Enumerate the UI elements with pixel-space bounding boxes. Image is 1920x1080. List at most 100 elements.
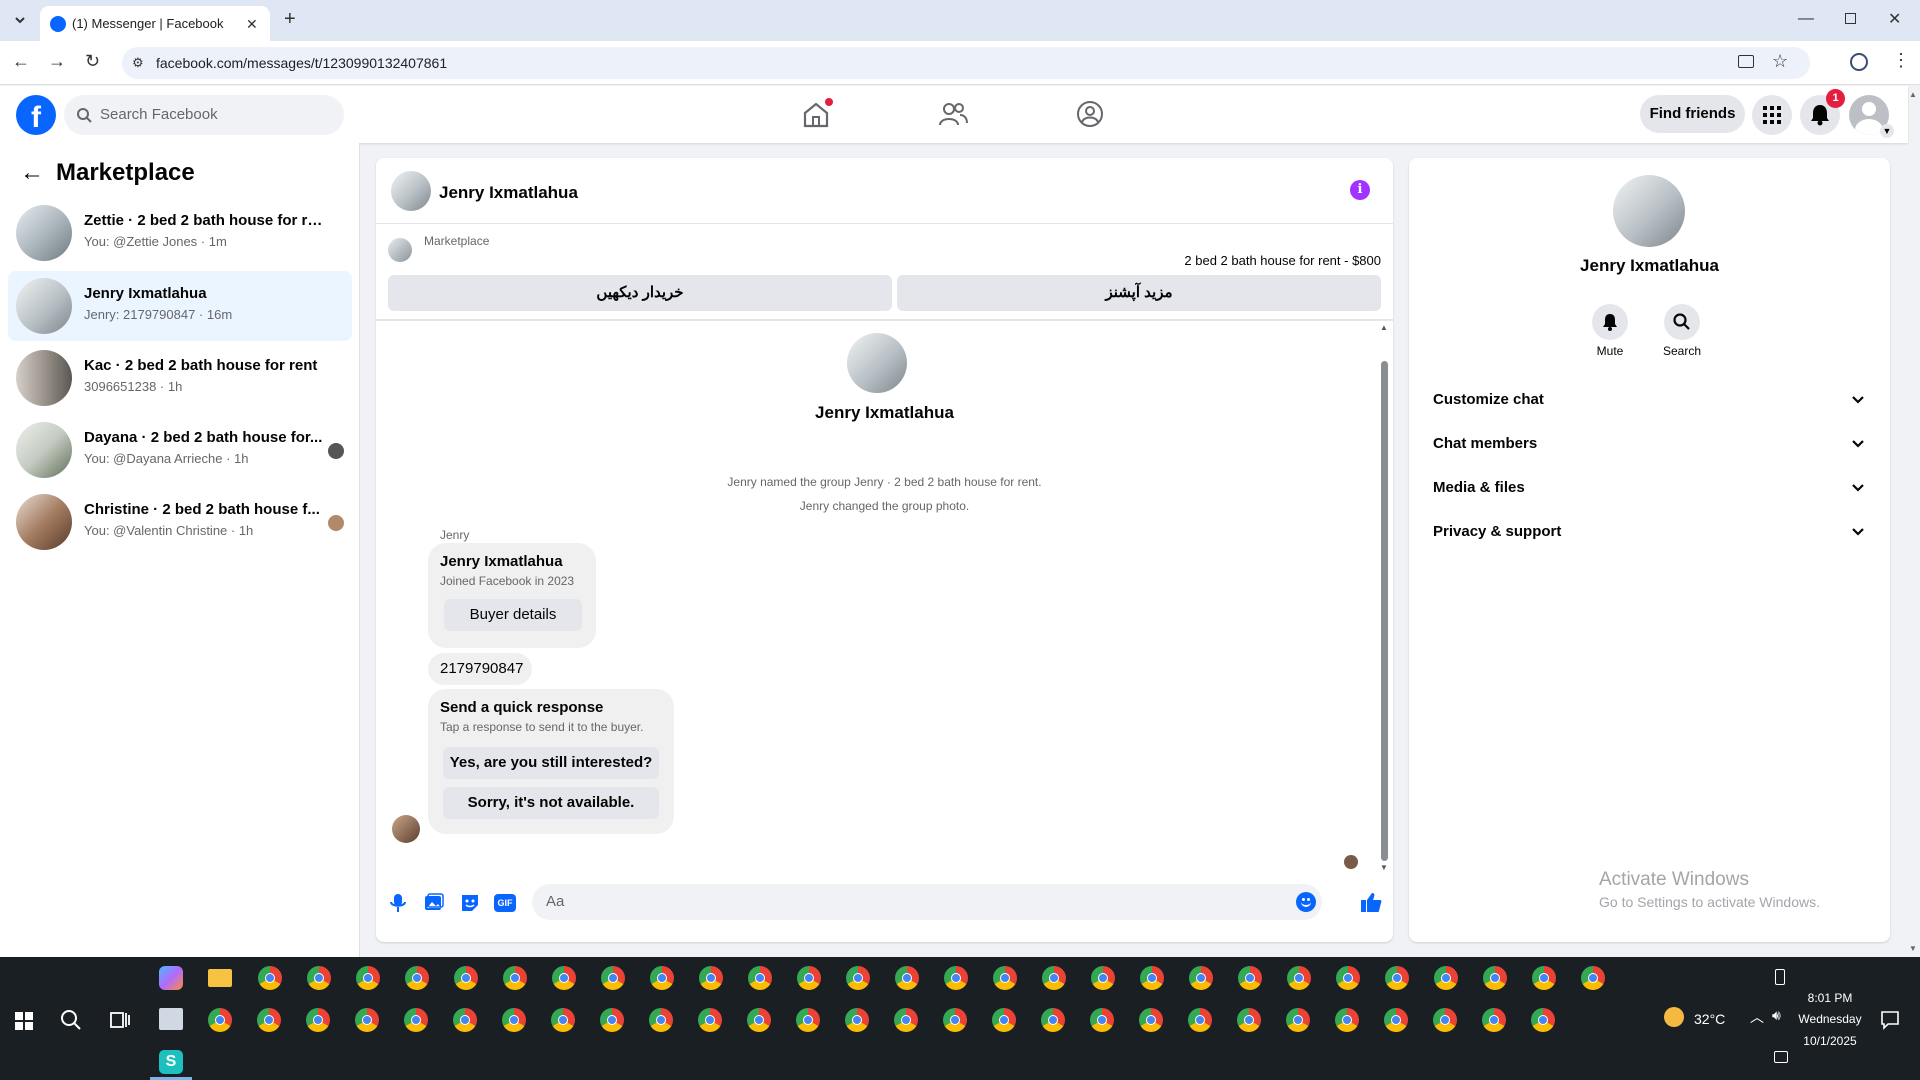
chrome-app-icon[interactable] xyxy=(993,966,1017,990)
sticker-icon[interactable] xyxy=(460,893,480,913)
chrome-app-icon[interactable] xyxy=(943,1008,967,1032)
chrome-app-icon[interactable] xyxy=(797,966,821,990)
media-files-section[interactable]: Media & files xyxy=(1425,468,1874,508)
bookmark-star-icon[interactable]: ☆ xyxy=(1772,51,1788,72)
chrome-app-icon[interactable] xyxy=(1531,1008,1555,1032)
photo-app-icon[interactable] xyxy=(159,1008,183,1030)
install-app-icon[interactable] xyxy=(1738,55,1754,68)
chat-avatar[interactable] xyxy=(391,171,431,211)
windows-start-icon[interactable] xyxy=(15,1012,33,1030)
chrome-app-icon[interactable] xyxy=(1335,1008,1359,1032)
clock-date[interactable]: 10/1/2025 xyxy=(1790,1034,1870,1048)
chrome-app-icon[interactable] xyxy=(1434,966,1458,990)
page-scrollbar-down-icon[interactable]: ▼ xyxy=(1909,944,1917,953)
chrome-app-icon[interactable] xyxy=(307,966,331,990)
chrome-app-icon[interactable] xyxy=(1091,966,1115,990)
chrome-app-icon[interactable] xyxy=(1238,966,1262,990)
gif-icon[interactable]: GIF xyxy=(494,894,516,912)
facebook-logo[interactable]: f xyxy=(16,95,56,135)
chrome-app-icon[interactable] xyxy=(796,1008,820,1032)
notifications-button[interactable]: 1 xyxy=(1800,89,1845,135)
home-nav-button[interactable] xyxy=(801,98,833,128)
chat-members-section[interactable]: Chat members xyxy=(1425,424,1874,464)
copilot-icon[interactable] xyxy=(159,966,183,990)
chrome-app-icon[interactable] xyxy=(601,966,625,990)
chevron-up-icon[interactable]: ︿ xyxy=(1750,1007,1764,1027)
chrome-app-icon[interactable] xyxy=(992,1008,1016,1032)
friends-nav-button[interactable] xyxy=(938,100,968,128)
chrome-app-icon[interactable] xyxy=(1139,1008,1163,1032)
chrome-app-icon[interactable] xyxy=(454,966,478,990)
chrome-app-icon[interactable] xyxy=(846,966,870,990)
chrome-app-icon[interactable] xyxy=(845,1008,869,1032)
thumbs-up-icon[interactable] xyxy=(1360,891,1382,913)
back-arrow-icon[interactable]: ← xyxy=(20,159,44,187)
task-view-icon[interactable] xyxy=(110,1010,130,1030)
chrome-app-icon[interactable] xyxy=(404,1008,428,1032)
scrollbar-thumb[interactable] xyxy=(1381,361,1388,861)
clock-time[interactable]: 8:01 PM xyxy=(1790,991,1870,1005)
page-scrollbar-up-icon[interactable]: ▲ xyxy=(1909,90,1917,99)
conversation-item-active[interactable]: Jenry Ixmatlahua Jenry: 2179790847 · 16m xyxy=(8,271,352,341)
network-icon[interactable] xyxy=(1774,1051,1788,1063)
battery-icon[interactable] xyxy=(1775,969,1785,985)
chrome-app-icon[interactable] xyxy=(1287,966,1311,990)
tab-list-button[interactable] xyxy=(10,10,30,30)
chrome-app-icon[interactable] xyxy=(405,966,429,990)
close-tab-icon[interactable]: ✕ xyxy=(246,16,258,33)
chrome-app-icon[interactable] xyxy=(258,966,282,990)
chrome-app-icon[interactable] xyxy=(1482,1008,1506,1032)
browser-menu-icon[interactable]: ⋮ xyxy=(1892,50,1910,71)
scroll-up-arrow-icon[interactable]: ▲ xyxy=(1380,323,1388,332)
groups-nav-button[interactable] xyxy=(1075,100,1105,128)
menu-button[interactable] xyxy=(1752,95,1792,135)
chrome-app-icon[interactable] xyxy=(1188,1008,1212,1032)
profile-icon[interactable] xyxy=(1850,53,1868,71)
privacy-support-section[interactable]: Privacy & support xyxy=(1425,512,1874,552)
clock-day[interactable]: Wednesday xyxy=(1790,1012,1870,1026)
scrollbar-track[interactable]: ▲ ▼ xyxy=(1378,323,1390,873)
surfshark-icon[interactable]: S xyxy=(159,1050,183,1074)
chrome-app-icon[interactable] xyxy=(649,1008,673,1032)
volume-icon[interactable]: 🔊︎ xyxy=(1772,1007,1781,1024)
reload-icon[interactable]: ↻ xyxy=(85,51,100,72)
file-explorer-icon[interactable] xyxy=(208,969,232,987)
more-options-button[interactable]: مزید آپشنز xyxy=(897,275,1381,311)
chrome-app-icon[interactable] xyxy=(1140,966,1164,990)
conversation-item[interactable]: Christine · 2 bed 2 bath house f... You:… xyxy=(8,487,352,557)
site-info-icon[interactable]: ⚙ xyxy=(132,55,144,71)
chrome-app-icon[interactable] xyxy=(747,1008,771,1032)
chrome-app-icon[interactable] xyxy=(1384,1008,1408,1032)
chrome-app-icon[interactable] xyxy=(699,966,723,990)
customize-chat-section[interactable]: Customize chat xyxy=(1425,380,1874,420)
chrome-app-icon[interactable] xyxy=(600,1008,624,1032)
scroll-down-arrow-icon[interactable]: ▼ xyxy=(1380,863,1388,872)
emoji-icon[interactable] xyxy=(1296,892,1316,912)
chrome-app-icon[interactable] xyxy=(1385,966,1409,990)
chrome-app-icon[interactable] xyxy=(208,1008,232,1032)
minimize-icon[interactable]: — xyxy=(1798,10,1814,28)
weather-temp[interactable]: 32°C xyxy=(1694,1011,1725,1027)
chat-title[interactable]: Jenry Ixmatlahua xyxy=(439,183,578,203)
view-buyer-button[interactable]: خریدار دیکھیں xyxy=(388,275,892,311)
chrome-app-icon[interactable] xyxy=(503,966,527,990)
buyer-details-button[interactable]: Buyer details xyxy=(444,599,582,631)
back-icon[interactable]: ← xyxy=(12,51,30,72)
chrome-app-icon[interactable] xyxy=(453,1008,477,1032)
quick-response-still-interested[interactable]: Yes, are you still interested? xyxy=(443,747,659,779)
search-icon[interactable] xyxy=(60,1009,82,1031)
chrome-app-icon[interactable] xyxy=(895,966,919,990)
listing-title[interactable]: 2 bed 2 bath house for rent - $800 xyxy=(1184,253,1381,268)
chrome-app-icon[interactable] xyxy=(1581,966,1605,990)
chrome-app-icon[interactable] xyxy=(356,966,380,990)
chrome-app-icon[interactable] xyxy=(1286,1008,1310,1032)
restore-icon[interactable] xyxy=(1845,13,1856,24)
chrome-app-icon[interactable] xyxy=(1090,1008,1114,1032)
search-facebook-input[interactable]: Search Facebook xyxy=(64,95,344,135)
chrome-app-icon[interactable] xyxy=(552,966,576,990)
new-tab-button[interactable]: + xyxy=(284,8,296,31)
chrome-app-icon[interactable] xyxy=(1042,966,1066,990)
microphone-icon[interactable] xyxy=(390,893,406,913)
search-in-chat-button[interactable] xyxy=(1664,304,1700,340)
conversation-item[interactable]: Zettie · 2 bed 2 bath house for rent You… xyxy=(8,198,352,268)
